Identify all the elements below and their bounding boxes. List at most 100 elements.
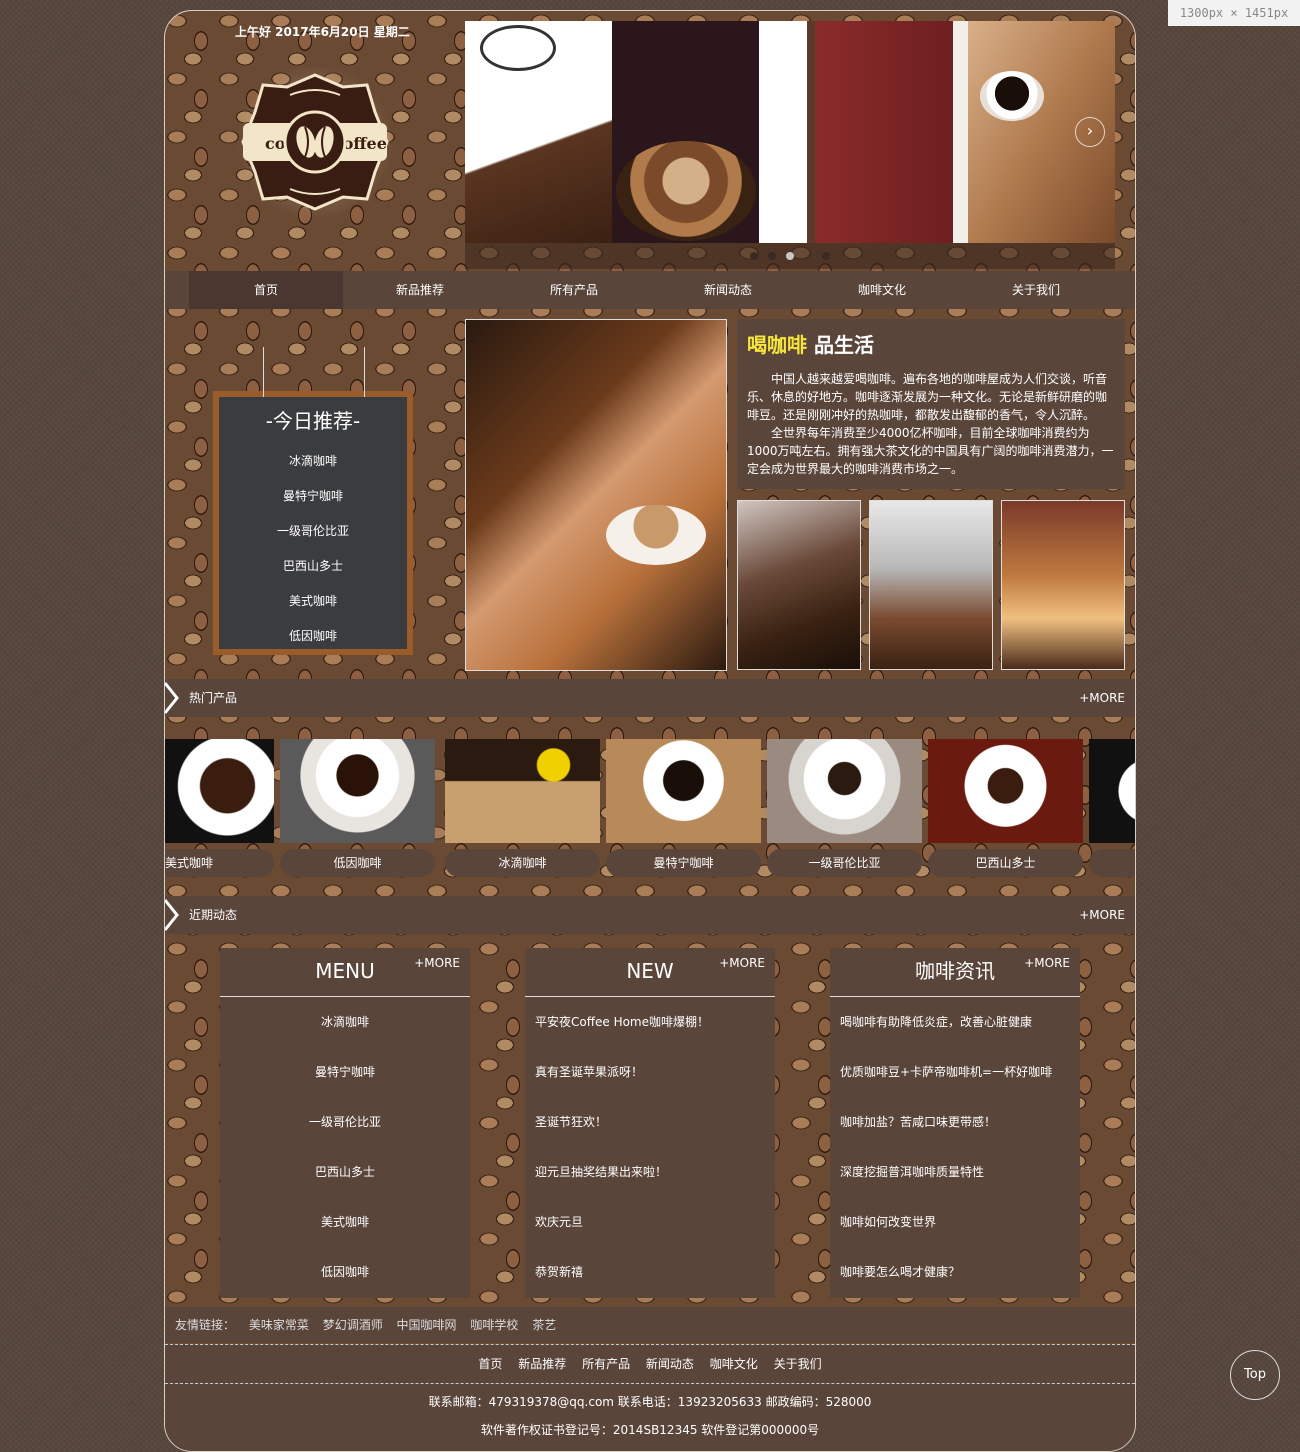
intro-title: 喝咖啡 品生活 <box>747 329 1115 358</box>
intro-title-rest: 品生活 <box>813 333 874 357</box>
product-card[interactable]: 美式咖啡 <box>165 739 274 877</box>
friend-link[interactable]: 中国咖啡网 <box>397 1318 457 1332</box>
slide-dot-4[interactable] <box>822 252 830 260</box>
info-box-title: 咖啡资讯 <box>915 959 995 983</box>
board-item[interactable]: 冰滴咖啡 <box>219 444 407 479</box>
board-item[interactable]: 美式咖啡 <box>219 584 407 619</box>
info-item[interactable]: 咖啡加盐？苦咸口味更带感！ <box>830 1097 1080 1147</box>
news-item[interactable]: 真有圣诞苹果派呀！ <box>525 1047 775 1097</box>
main-nav: 首页 新品推荐 所有产品 新闻动态 咖啡文化 关于我们 <box>165 271 1135 309</box>
friend-link[interactable]: 咖啡学校 <box>470 1318 518 1332</box>
recent-news-bar: 近期动态 +MORE <box>165 896 1135 934</box>
espresso-machine-image[interactable] <box>869 500 993 670</box>
footer-contact: 联系邮箱：479319378@qq.com 联系电话：13923205633 邮… <box>428 1395 872 1409</box>
banner-panel-red <box>815 21 953 243</box>
page-container: 上午好 2017年6月20日 星期二 coffee coffee <box>164 10 1136 1452</box>
product-card[interactable] <box>1089 739 1135 877</box>
product-card[interactable]: 一级哥伦比亚 <box>767 739 922 877</box>
nav-news[interactable]: 新闻动态 <box>651 271 805 309</box>
news-item[interactable]: 迎元旦抽奖结果出来啦！ <box>525 1147 775 1197</box>
menu-item[interactable]: 巴西山多士 <box>220 1147 470 1197</box>
coffee-logo[interactable]: coffee coffee <box>235 67 395 217</box>
info-item[interactable]: 咖啡要怎么喝才健康？ <box>830 1247 1080 1297</box>
footer: 首页 新品推荐 所有产品 新闻动态 咖啡文化 关于我们 联系邮箱：4793193… <box>165 1344 1135 1451</box>
board-item[interactable]: 一级哥伦比亚 <box>219 514 407 549</box>
product-name: 美式咖啡 <box>165 849 274 877</box>
woman-drinking-coffee-image <box>465 319 727 671</box>
siphon-brewer-image[interactable] <box>1001 500 1125 670</box>
board-title: -今日推荐- <box>265 409 361 433</box>
hot-products-more-link[interactable]: +MORE <box>1079 679 1125 717</box>
banner-panel-cup <box>612 21 759 243</box>
footer-copyright: 软件著作权证书登记号：2014SB12345 软件登记第000000号 <box>480 1423 820 1437</box>
intro-panel: 喝咖啡 品生活 中国人越来越爱喝咖啡。遍布各地的咖啡屋成为人们交谈，听音乐、休息… <box>737 319 1125 489</box>
product-card[interactable]: 曼特宁咖啡 <box>606 739 761 877</box>
slide-dot-1[interactable] <box>750 252 758 260</box>
new-box: NEW +MORE 平安夜Coffee Home咖啡爆棚！ 真有圣诞苹果派呀！ … <box>525 948 775 1298</box>
hot-products-bar: 热门产品 +MORE <box>165 679 1135 717</box>
banner-slideshow[interactable] <box>465 21 1115 243</box>
board-item[interactable]: 低因咖啡 <box>219 619 407 654</box>
recent-news-more-link[interactable]: +MORE <box>1079 896 1125 934</box>
coffee-info-box: 咖啡资讯 +MORE 喝咖啡有助降低炎症，改善心脏健康 优质咖啡豆+卡萨帝咖啡机… <box>830 948 1080 1298</box>
menu-item[interactable]: 低因咖啡 <box>220 1247 470 1297</box>
menu-box-title: MENU <box>315 959 375 983</box>
back-to-top-button[interactable]: Top <box>1230 1350 1280 1400</box>
process-thumbnails <box>737 500 1125 670</box>
product-card[interactable]: 冰滴咖啡 <box>445 739 600 877</box>
greeting-date: 上午好 2017年6月20日 星期二 <box>235 25 410 39</box>
product-name: 一级哥伦比亚 <box>767 849 922 877</box>
menu-item[interactable]: 一级哥伦比亚 <box>220 1097 470 1147</box>
hot-products-title: 热门产品 <box>189 691 238 705</box>
news-item[interactable]: 平安夜Coffee Home咖啡爆棚！ <box>525 997 775 1047</box>
today-recommend-board: -今日推荐- 冰滴咖啡 曼特宁咖啡 一级哥伦比亚 巴西山多士 美式咖啡 低因咖啡 <box>213 391 413 655</box>
info-more-link[interactable]: +MORE <box>1024 956 1070 970</box>
info-item[interactable]: 喝咖啡有助降低炎症，改善心脏健康 <box>830 997 1080 1047</box>
info-item[interactable]: 优质咖啡豆+卡萨帝咖啡机=一杯好咖啡 <box>830 1047 1080 1097</box>
chevron-right-icon[interactable]: › <box>1075 117 1105 147</box>
menu-item[interactable]: 美式咖啡 <box>220 1197 470 1247</box>
friend-links: 友情链接： 美味家常菜 梦幻调酒师 中国咖啡网 咖啡学校 茶艺 <box>165 1307 1135 1343</box>
product-name: 低因咖啡 <box>280 849 435 877</box>
news-item[interactable]: 圣诞节狂欢！ <box>525 1097 775 1147</box>
footer-nav-link[interactable]: 所有产品 <box>582 1357 630 1371</box>
board-item[interactable]: 巴西山多士 <box>219 549 407 584</box>
board-item[interactable]: 曼特宁咖啡 <box>219 479 407 514</box>
footer-nav: 首页 新品推荐 所有产品 新闻动态 咖啡文化 关于我们 <box>165 1344 1135 1384</box>
footer-nav-link[interactable]: 新品推荐 <box>518 1357 566 1371</box>
footer-nav-link[interactable]: 咖啡文化 <box>710 1357 758 1371</box>
news-item[interactable]: 欢庆元旦 <box>525 1197 775 1247</box>
footer-nav-link[interactable]: 首页 <box>478 1357 502 1371</box>
product-carousel: 美式咖啡 低因咖啡 冰滴咖啡 曼特宁咖啡 一级哥伦比亚 巴西山多士 <box>165 739 1135 879</box>
footer-nav-link[interactable]: 关于我们 <box>774 1357 822 1371</box>
slide-dot-2[interactable] <box>768 252 776 260</box>
product-name: 冰滴咖啡 <box>445 849 600 877</box>
banner-pagination <box>465 243 1115 269</box>
friend-link[interactable]: 梦幻调酒师 <box>323 1318 383 1332</box>
intro-paragraph-1: 中国人越来越爱喝咖啡。遍布各地的咖啡屋成为人们交谈，听音乐、休息的好地方。咖啡逐… <box>747 372 1108 422</box>
product-card[interactable]: 巴西山多士 <box>928 739 1083 877</box>
friend-links-label: 友情链接： <box>175 1318 236 1332</box>
menu-item[interactable]: 冰滴咖啡 <box>220 997 470 1047</box>
nav-all-products[interactable]: 所有产品 <box>497 271 651 309</box>
footer-nav-link[interactable]: 新闻动态 <box>646 1357 694 1371</box>
nav-home[interactable]: 首页 <box>189 271 343 309</box>
product-name <box>1089 849 1135 877</box>
nav-about[interactable]: 关于我们 <box>959 271 1113 309</box>
product-name: 巴西山多士 <box>928 849 1083 877</box>
menu-item[interactable]: 曼特宁咖啡 <box>220 1047 470 1097</box>
info-item[interactable]: 咖啡如何改变世界 <box>830 1197 1080 1247</box>
nav-coffee-culture[interactable]: 咖啡文化 <box>805 271 959 309</box>
slide-dot-3[interactable] <box>786 252 794 260</box>
friend-link[interactable]: 美味家常菜 <box>249 1318 309 1332</box>
viewport-size-badge: 1300px × 1451px <box>1168 0 1300 26</box>
product-card[interactable]: 低因咖啡 <box>280 739 435 877</box>
friend-link[interactable]: 茶艺 <box>532 1318 556 1332</box>
new-more-link[interactable]: +MORE <box>719 956 765 970</box>
nav-new-products[interactable]: 新品推荐 <box>343 271 497 309</box>
news-item[interactable]: 恭贺新禧 <box>525 1247 775 1297</box>
info-item[interactable]: 深度挖掘普洱咖啡质量特性 <box>830 1147 1080 1197</box>
coffee-grinder-image[interactable] <box>737 500 861 670</box>
new-box-title: NEW <box>626 959 674 983</box>
menu-more-link[interactable]: +MORE <box>414 956 460 970</box>
